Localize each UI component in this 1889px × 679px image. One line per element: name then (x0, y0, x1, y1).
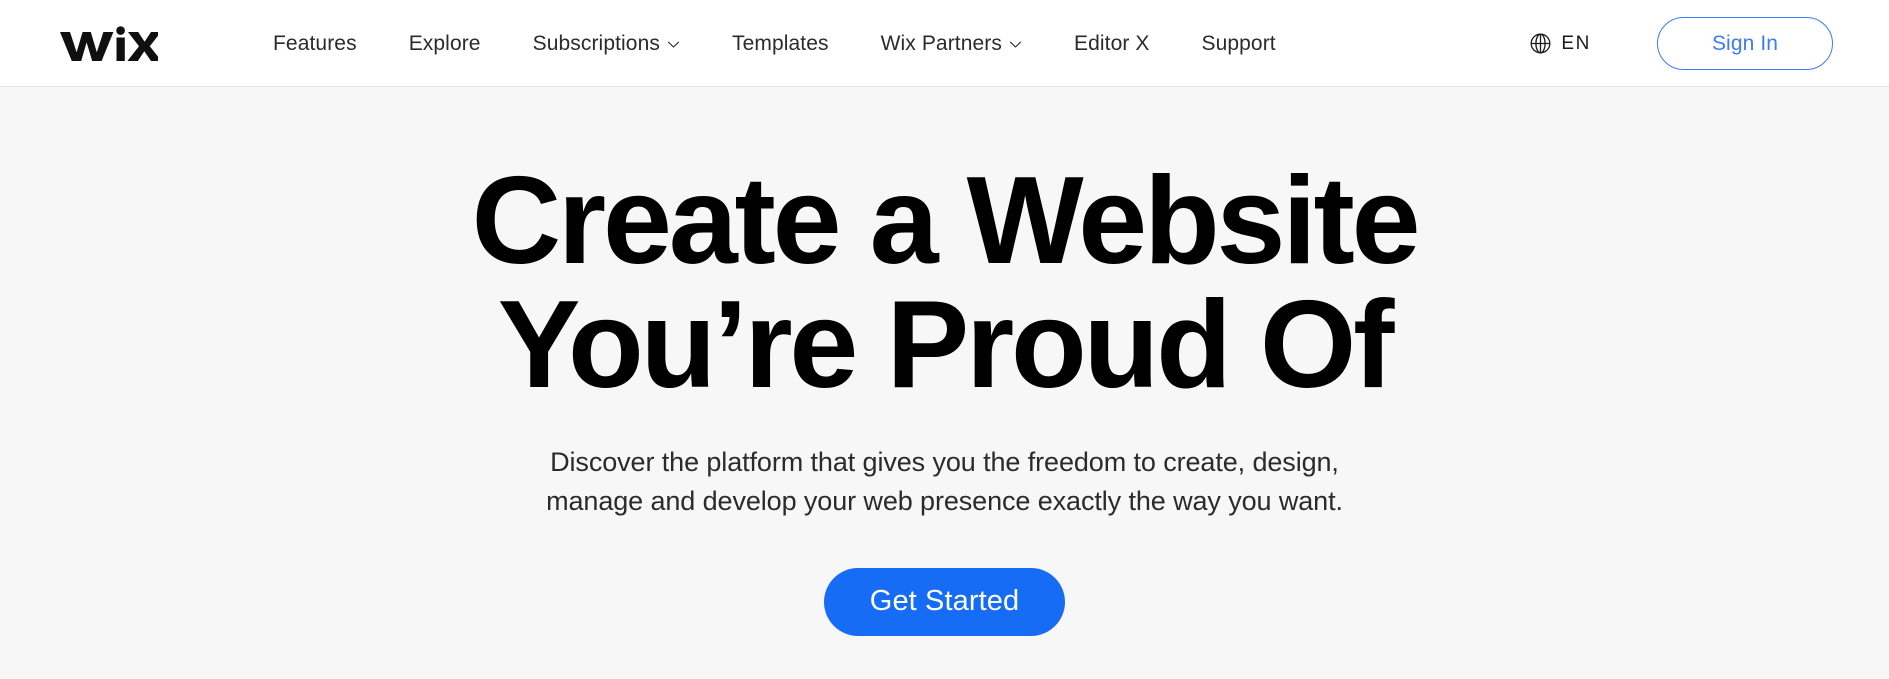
page-title: Create a Website You’re Proud Of (471, 152, 1421, 414)
nav-item-wix-partners[interactable]: Wix Partners (881, 23, 1022, 64)
nav-item-label: Wix Partners (880, 31, 1002, 55)
get-started-button[interactable]: Get Started (823, 567, 1066, 636)
nav-item-label: Subscriptions (532, 31, 660, 55)
nav-item-explore[interactable]: Explore (409, 23, 481, 64)
top-navigation-bar: Features Explore Subscriptions Templates… (0, 0, 1889, 87)
hero-subtitle-line-2: manage and develop your web presence exa… (546, 486, 1343, 517)
page-title-line-1: Create a Website (471, 152, 1421, 290)
language-selector[interactable]: EN (1529, 32, 1591, 55)
chevron-down-icon (1009, 38, 1022, 51)
main-nav-links: Features Explore Subscriptions Templates… (273, 23, 1276, 64)
nav-item-label: Templates (731, 31, 829, 55)
nav-item-label: Features (273, 31, 357, 55)
nav-item-templates[interactable]: Templates (732, 23, 829, 64)
globe-icon (1529, 32, 1552, 55)
nav-item-label: Support (1201, 31, 1276, 55)
chevron-down-icon (667, 38, 680, 51)
language-label: EN (1561, 32, 1591, 54)
page-title-line-2: You’re Proud Of (497, 276, 1395, 414)
nav-item-features[interactable]: Features (273, 23, 357, 64)
nav-item-subscriptions[interactable]: Subscriptions (533, 23, 680, 64)
hero-subtitle: Discover the platform that gives you the… (546, 443, 1343, 522)
nav-item-support[interactable]: Support (1201, 23, 1275, 64)
hero-section: Create a Website You’re Proud Of Discove… (0, 87, 1889, 679)
wix-logo[interactable] (58, 20, 158, 66)
nav-item-label: Editor X (1073, 31, 1150, 55)
sign-in-button[interactable]: Sign In (1657, 16, 1833, 70)
nav-item-editor-x[interactable]: Editor X (1074, 23, 1150, 64)
navbar-right-controls: EN Sign In (1529, 16, 1833, 70)
nav-item-label: Explore (408, 31, 481, 55)
hero-subtitle-line-1: Discover the platform that gives you the… (550, 447, 1339, 477)
